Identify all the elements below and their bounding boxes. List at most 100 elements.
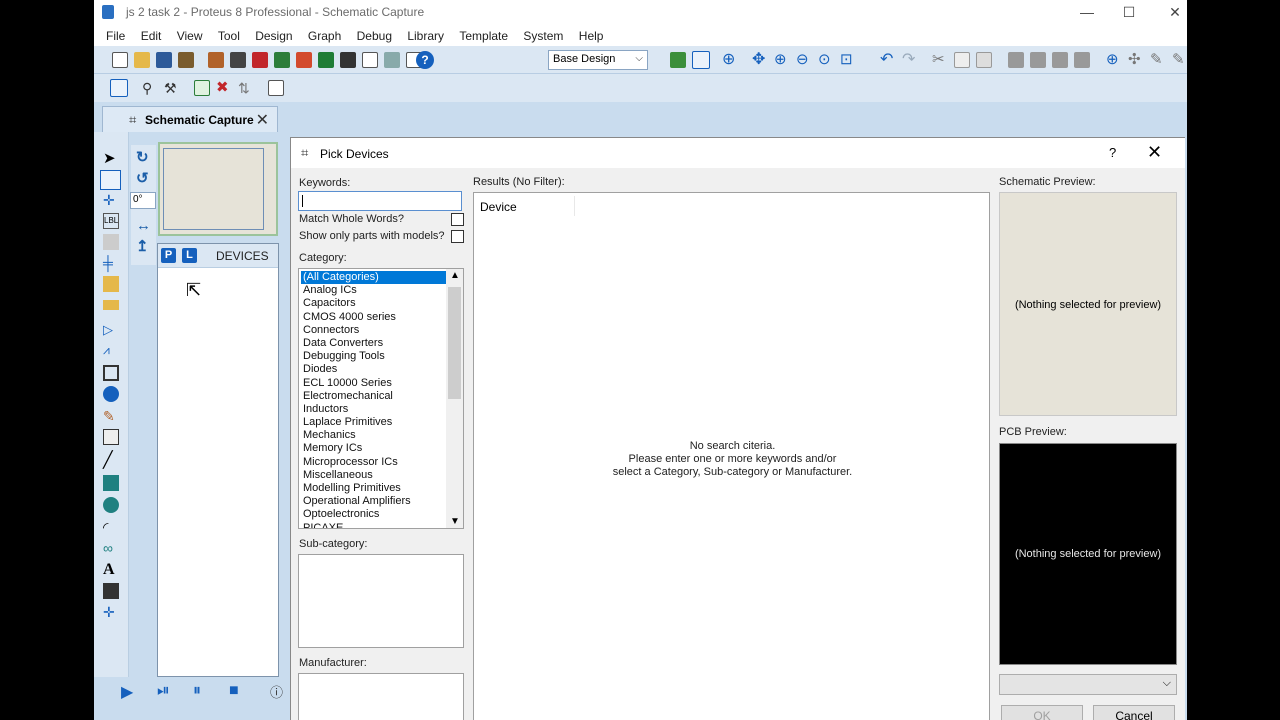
results-column-device[interactable]: Device — [480, 200, 517, 214]
find-icon[interactable]: ⚲ — [142, 80, 158, 96]
design-select[interactable]: Base Design ⌵ — [548, 50, 648, 70]
search-icon[interactable]: ⊕ — [1106, 52, 1122, 68]
menu-view[interactable]: View — [177, 25, 203, 43]
redo-icon[interactable]: ↷ — [902, 52, 918, 68]
open-folder-icon[interactable] — [134, 52, 150, 68]
rotation-angle-field[interactable]: 0° — [130, 192, 156, 209]
text-icon[interactable]: A — [103, 561, 119, 578]
category-item[interactable]: PICAXE — [301, 522, 446, 528]
maximize-button[interactable]: ☐ — [1119, 3, 1139, 21]
category-item[interactable]: Connectors — [301, 324, 446, 337]
circle-icon[interactable] — [103, 497, 119, 513]
manufacturer-list[interactable] — [298, 673, 464, 720]
goto-sheet-icon[interactable]: ⇅ — [238, 80, 254, 96]
line-icon[interactable]: ╱ — [103, 450, 119, 469]
zoom-out-icon[interactable]: ⊖ — [796, 52, 812, 68]
close-window-button[interactable]: ✕ — [1165, 3, 1185, 21]
bom-icon[interactable] — [340, 52, 356, 68]
category-item[interactable]: Laplace Primitives — [301, 416, 446, 429]
mirror-horizontal-icon[interactable]: ↔ — [136, 217, 151, 234]
save-icon[interactable] — [156, 52, 172, 68]
property-tool-icon[interactable]: ✎ — [1150, 52, 1166, 68]
cancel-button[interactable]: Cancel — [1093, 705, 1175, 720]
active-popup-icon[interactable] — [103, 365, 119, 381]
play-icon[interactable]: ▶ — [121, 682, 133, 702]
wire-autorouter-icon[interactable]: ✣ — [1128, 52, 1144, 68]
pause-icon[interactable]: ⏸ — [193, 682, 201, 700]
menu-help[interactable]: Help — [579, 25, 604, 43]
menu-graph[interactable]: Graph — [308, 25, 341, 43]
sub-circuit-icon[interactable] — [103, 276, 119, 292]
paste-icon[interactable] — [976, 52, 992, 68]
netlist-icon[interactable] — [268, 80, 284, 96]
notes-icon[interactable] — [362, 52, 378, 68]
menu-tool[interactable]: Tool — [218, 25, 240, 43]
wire-label-icon[interactable]: LBL — [103, 213, 119, 229]
rotate-anticlockwise-icon[interactable]: ↺ — [136, 169, 149, 187]
source-icon[interactable] — [384, 52, 400, 68]
3d-view-icon[interactable] — [274, 52, 290, 68]
dialog-close-button[interactable]: ✕ — [1147, 142, 1162, 163]
block-rotate-icon[interactable] — [1052, 52, 1068, 68]
overview-window[interactable] — [158, 142, 278, 236]
graph-icon[interactable]: ⩘ — [103, 343, 119, 359]
pan-icon[interactable]: ✥ — [752, 52, 768, 68]
subcategory-list[interactable] — [298, 554, 464, 648]
new-file-icon[interactable] — [112, 52, 128, 68]
schematic-icon[interactable] — [230, 52, 246, 68]
bus-icon[interactable]: ╪ — [103, 255, 119, 271]
refresh-icon[interactable] — [670, 52, 686, 68]
match-whole-words-checkbox[interactable] — [451, 213, 464, 226]
menu-file[interactable]: File — [106, 25, 125, 43]
category-item[interactable]: CMOS 4000 series — [301, 311, 446, 324]
menu-system[interactable]: System — [523, 25, 563, 43]
results-list[interactable]: Device No search citeria. Please enter o… — [473, 192, 990, 720]
category-item[interactable]: Data Converters — [301, 337, 446, 350]
undo-icon[interactable]: ↶ — [880, 52, 896, 68]
category-item[interactable]: Memory ICs — [301, 442, 446, 455]
stop-icon[interactable]: ■ — [229, 682, 239, 700]
junction-dot-icon[interactable]: ✛ — [103, 192, 119, 208]
electrical-rule-check-icon[interactable] — [110, 79, 128, 97]
category-item[interactable]: Debugging Tools — [301, 350, 446, 363]
pick-device-button[interactable]: P — [161, 248, 176, 263]
text-script-icon[interactable] — [103, 234, 119, 250]
gerber-icon[interactable] — [296, 52, 312, 68]
pcb-layout-icon[interactable] — [252, 52, 268, 68]
ok-button[interactable]: OK — [1001, 705, 1083, 720]
category-item[interactable]: Mechanics — [301, 429, 446, 442]
zoom-all-icon[interactable]: ⊙ — [818, 52, 834, 68]
block-move-icon[interactable] — [1030, 52, 1046, 68]
home-icon[interactable] — [208, 52, 224, 68]
zoom-in-icon[interactable]: ⊕ — [774, 52, 790, 68]
tab-schematic-capture[interactable]: ⌗ Schematic Capture ✕ — [102, 106, 278, 132]
probe-icon[interactable]: ✎ — [103, 408, 119, 424]
import-icon[interactable] — [178, 52, 194, 68]
category-list[interactable]: (All Categories) Analog ICs Capacitors CMOS… — [298, 268, 464, 529]
minimize-button[interactable]: — — [1077, 3, 1097, 21]
copy-icon[interactable] — [954, 52, 970, 68]
grid-icon[interactable] — [692, 51, 710, 69]
close-tab-icon[interactable]: ✕ — [256, 110, 269, 130]
menu-edit[interactable]: Edit — [141, 25, 162, 43]
scroll-up-icon[interactable]: ▲ — [450, 270, 460, 281]
category-item[interactable]: Analog ICs — [301, 284, 446, 297]
category-item[interactable]: Electromechanical — [301, 390, 446, 403]
step-icon[interactable]: ⏯ — [157, 682, 170, 700]
box-icon[interactable] — [103, 475, 119, 491]
category-item[interactable]: Microprocessor ICs — [301, 456, 446, 469]
tools-icon[interactable]: ⚒ — [164, 80, 180, 96]
new-sheet-icon[interactable] — [194, 80, 210, 96]
menu-library[interactable]: Library — [407, 25, 444, 43]
library-manager-button[interactable]: L — [182, 248, 197, 263]
zoom-area-icon[interactable]: ⊡ — [840, 52, 856, 68]
path-icon[interactable]: ∞ — [103, 540, 119, 556]
info-icon[interactable]: ⓘ — [270, 682, 283, 701]
keywords-input[interactable] — [298, 191, 462, 211]
category-item[interactable]: Modelling Primitives — [301, 482, 446, 495]
device-pins-icon[interactable]: ▷ — [103, 322, 119, 338]
category-item[interactable]: Capacitors — [301, 297, 446, 310]
category-item[interactable]: Diodes — [301, 363, 446, 376]
category-item[interactable]: (All Categories) — [301, 271, 446, 285]
category-item[interactable]: Miscellaneous — [301, 469, 446, 482]
